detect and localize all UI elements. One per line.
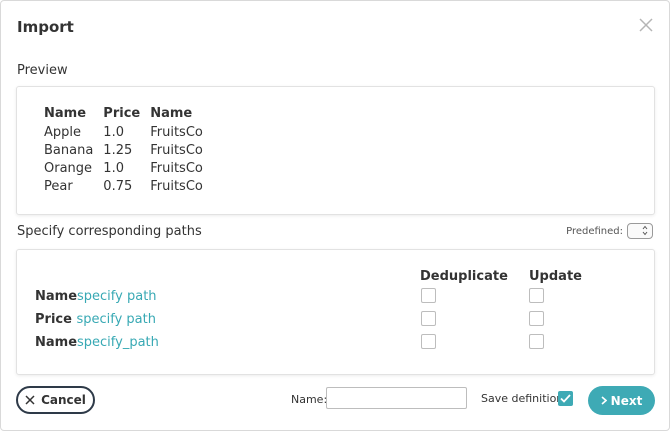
column-header: Price — [103, 106, 141, 121]
update-checkbox-name-2[interactable] — [529, 334, 544, 349]
dialog-title: Import — [17, 18, 74, 36]
path-row-name: Namespecify path — [35, 289, 157, 304]
specify-path-link[interactable]: specify path — [76, 312, 156, 327]
predefined-control: Predefined: — [566, 223, 653, 239]
table-cell: FruitsCo — [150, 142, 203, 158]
save-definition-checkbox[interactable] — [558, 391, 573, 406]
deduplicate-checkbox-price[interactable] — [421, 311, 436, 326]
specify-path-link[interactable]: specify path — [77, 289, 157, 304]
specify-path-link[interactable]: specify_path — [77, 335, 159, 350]
table-cell: Banana — [44, 142, 94, 158]
table-cell: 1.25 — [103, 142, 133, 158]
table-cell: 0.75 — [103, 178, 133, 194]
next-label: Next — [610, 393, 643, 408]
table-row: Orange 1.0 FruitsCo — [42, 159, 211, 177]
cancel-button[interactable]: Cancel — [16, 386, 95, 414]
definition-name-input[interactable] — [326, 387, 467, 409]
table-row: Banana 1.25 FruitsCo — [42, 141, 211, 159]
x-icon — [25, 395, 35, 405]
preview-table: Name Price Name Apple 1.0 FruitsCo Banan… — [42, 104, 211, 195]
predefined-label: Predefined: — [566, 225, 623, 237]
close-icon[interactable] — [638, 17, 654, 33]
update-header: Update — [529, 269, 582, 284]
deduplicate-checkbox-name[interactable] — [421, 288, 436, 303]
path-label: Name — [35, 289, 78, 304]
table-cell: FruitsCo — [150, 124, 203, 140]
update-checkbox-price[interactable] — [529, 311, 544, 326]
select-arrows-icon — [642, 225, 648, 236]
preview-label: Preview — [17, 63, 68, 78]
path-row-price: Price specify path — [35, 312, 156, 327]
path-label: Name — [35, 335, 78, 350]
cancel-label: Cancel — [41, 393, 86, 407]
table-cell: FruitsCo — [150, 160, 203, 176]
table-row: Pear 0.75 FruitsCo — [42, 177, 211, 195]
next-button[interactable]: Next — [588, 386, 655, 415]
table-cell: 1.0 — [103, 160, 124, 176]
path-row-name-2: Namespecify_path — [35, 335, 159, 350]
table-cell: Pear — [44, 178, 73, 194]
import-dialog: Import Preview Name Price Name Apple 1.0… — [0, 0, 670, 431]
deduplicate-header: Deduplicate — [420, 269, 508, 284]
paths-label: Specify corresponding paths — [17, 224, 202, 239]
update-checkbox-name[interactable] — [529, 288, 544, 303]
save-definition-label: Save definition: — [481, 392, 567, 405]
chevron-right-icon — [601, 396, 607, 405]
table-cell: 1.0 — [103, 124, 124, 140]
table-cell: FruitsCo — [150, 178, 203, 194]
path-label: Price — [35, 312, 77, 327]
column-header: Name — [150, 106, 193, 121]
preview-panel: Name Price Name Apple 1.0 FruitsCo Banan… — [16, 86, 655, 215]
table-cell: Orange — [44, 160, 93, 176]
table-header-row: Name Price Name — [42, 104, 211, 123]
check-icon — [560, 394, 571, 403]
paths-panel: Deduplicate Update Namespecify path Pric… — [16, 249, 655, 375]
column-header: Name — [44, 106, 87, 121]
name-label: Name: — [291, 393, 328, 406]
table-row: Apple 1.0 FruitsCo — [42, 123, 211, 141]
table-cell: Apple — [44, 124, 82, 140]
deduplicate-checkbox-name-2[interactable] — [421, 334, 436, 349]
predefined-select[interactable] — [627, 223, 653, 239]
